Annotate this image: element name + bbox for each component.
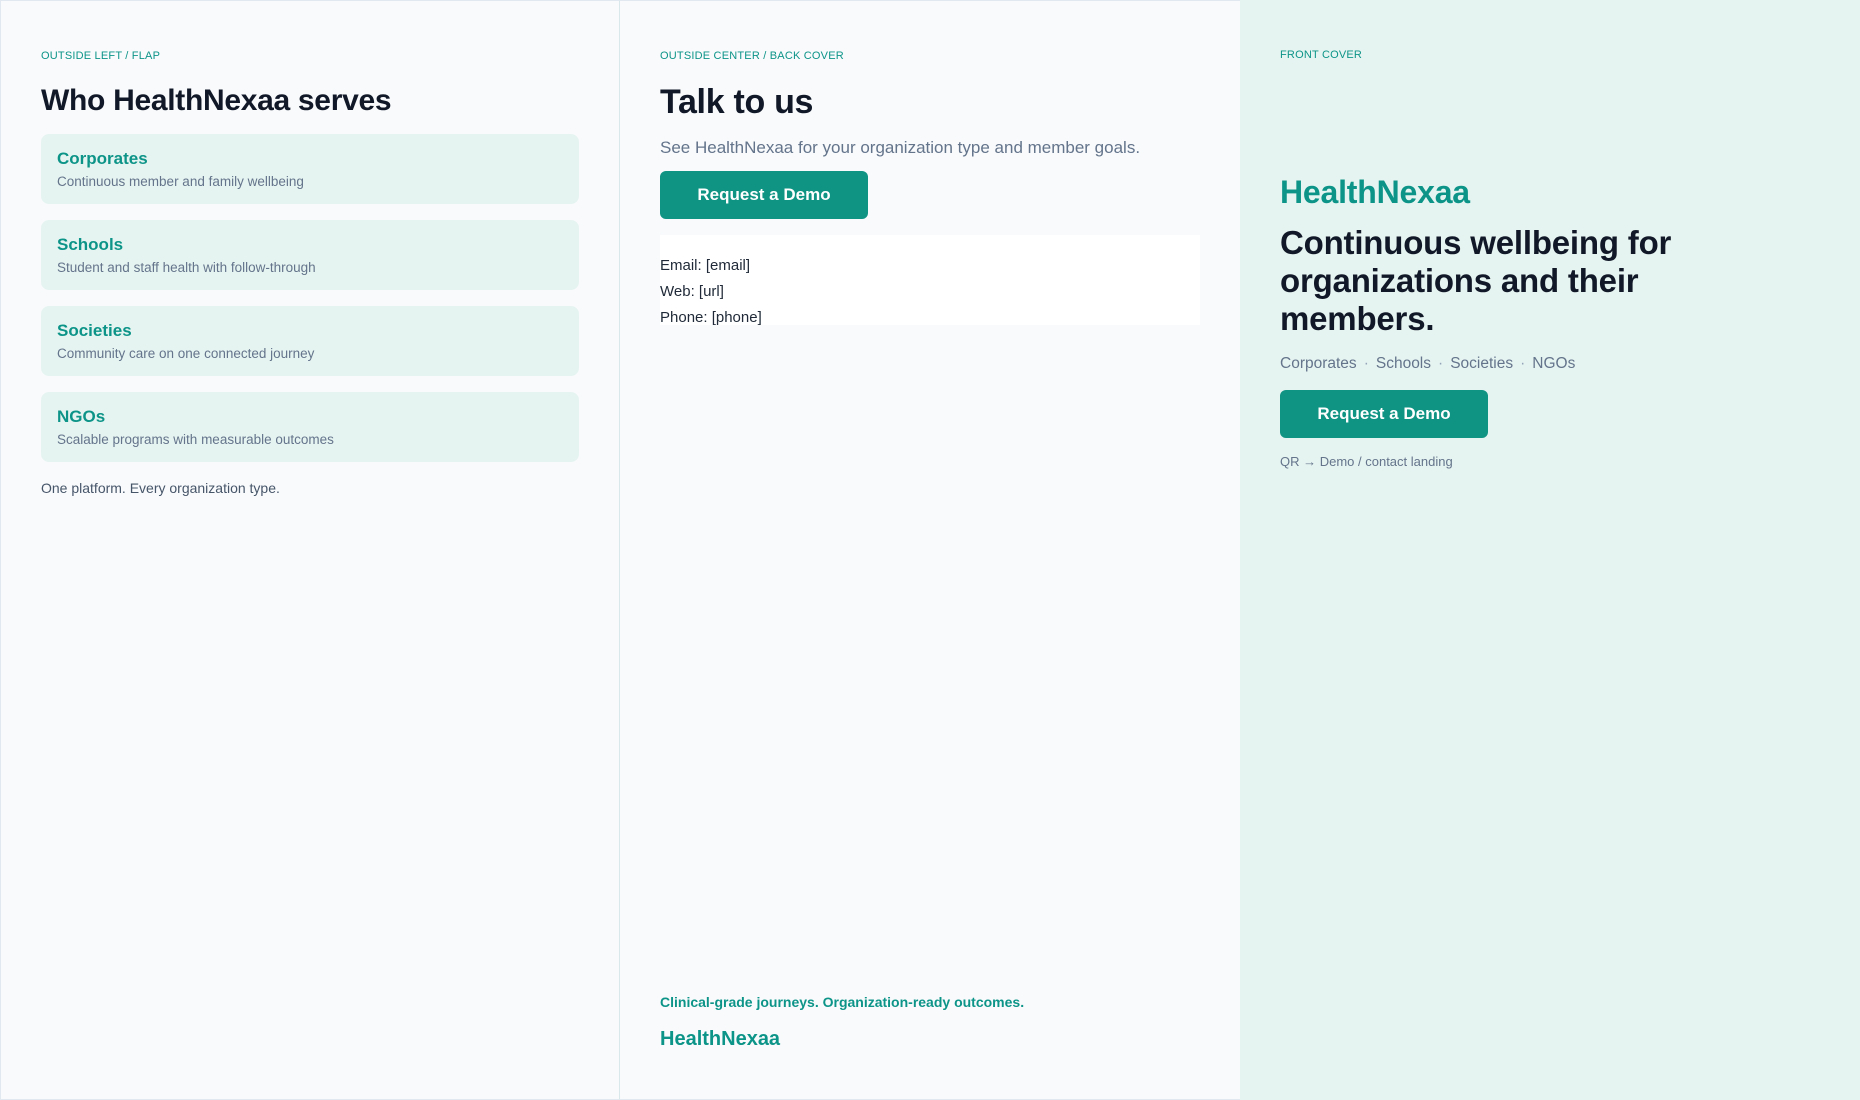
audience-card-title: Schools <box>57 235 124 254</box>
audience-card-description: Community care on one connected journey <box>57 346 315 361</box>
audience-card-title: Corporates <box>57 149 148 168</box>
footer-tagline: Clinical-grade journeys. Organization-re… <box>660 994 1025 1010</box>
audience-card-schools: Schools Student and staff health with fo… <box>41 220 579 290</box>
footer-brand-name: HealthNexaa <box>660 1028 781 1050</box>
contact-subheading: See HealthNexaa for your organization ty… <box>660 138 1141 157</box>
audience-card-title: NGOs <box>57 407 106 426</box>
audience-card-description: Student and staff health with follow-thr… <box>57 260 316 275</box>
contact-email: Email: [email] <box>660 257 751 274</box>
cover-audience-list: Corporates · Schools · Societies · NGOs <box>1280 354 1820 374</box>
panel-label: OUTSIDE CENTER / BACK COVER <box>660 50 844 62</box>
audience-card-societies: Societies Community care on one connecte… <box>41 306 579 376</box>
qr-note: QR → Demo / contact landing <box>1280 454 1453 469</box>
cover-audience-item: Schools <box>1375 355 1432 372</box>
cover-headline: Continuous wellbeing for organizations a… <box>1280 224 1672 337</box>
separator-dot: · <box>1438 355 1444 372</box>
brochure: OUTSIDE LEFT / FLAP Who HealthNexaa serv… <box>0 0 1860 1100</box>
platform-tagline: One platform. Every organization type. <box>41 480 280 496</box>
audience-card-ngos: NGOs Scalable programs with measurable o… <box>41 392 579 462</box>
contact-details: Email: [email] Web: [url] Phone: [phone] <box>660 235 1200 326</box>
audience-heading: Who HealthNexaa serves <box>41 84 392 117</box>
cover-audience-item: NGOs <box>1532 355 1576 372</box>
separator-dot: · <box>1520 355 1526 372</box>
contact-web: Web: [url] <box>660 283 724 300</box>
panel-label: FRONT COVER <box>1280 49 1363 61</box>
cover-brand-name: HealthNexaa <box>1280 174 1470 210</box>
audience-card-title: Societies <box>57 321 132 340</box>
cover-audience-item: Societies <box>1450 355 1514 372</box>
cover-audience-item: Corporates <box>1280 355 1357 372</box>
audience-list: Corporates Continuous member and family … <box>41 134 579 462</box>
contact-phone: Phone: [phone] <box>660 309 762 326</box>
outside-left-flap-panel: OUTSIDE LEFT / FLAP Who HealthNexaa serv… <box>0 0 620 1100</box>
back-cover-footer: Clinical-grade journeys. Organization-re… <box>660 993 1024 1051</box>
audience-card-description: Continuous member and family wellbeing <box>57 174 304 189</box>
audience-card-description: Scalable programs with measurable outcom… <box>57 432 334 447</box>
outside-center-back-cover-panel: OUTSIDE CENTER / BACK COVER Talk to us S… <box>620 0 1240 1100</box>
contact-heading: Talk to us <box>660 83 814 121</box>
front-cover-panel: FRONT COVER HealthNexaa Continuous wellb… <box>1240 0 1860 1100</box>
audience-card-corporates: Corporates Continuous member and family … <box>41 134 579 204</box>
cover-request-demo-button[interactable]: Request a Demo <box>1280 390 1488 438</box>
separator-dot: · <box>1363 355 1369 372</box>
panel-label: OUTSIDE LEFT / FLAP <box>41 50 161 62</box>
request-demo-button[interactable]: Request a Demo <box>660 171 868 219</box>
